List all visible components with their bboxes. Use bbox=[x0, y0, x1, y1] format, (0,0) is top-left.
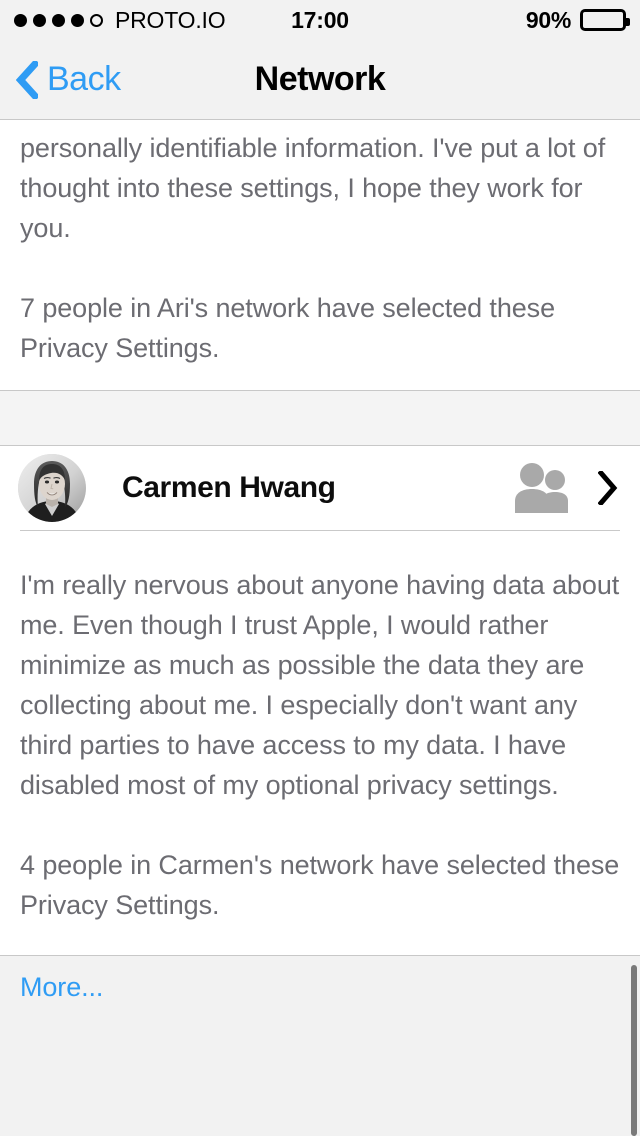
status-bar: PROTO.IO 17:00 90% bbox=[0, 0, 640, 40]
chevron-right-icon[interactable] bbox=[597, 469, 618, 507]
carmen-entry-network-count: 4 people in Carmen's network have select… bbox=[20, 850, 620, 920]
profile-name: Carmen Hwang bbox=[122, 471, 336, 504]
back-button[interactable]: Back bbox=[16, 60, 121, 99]
battery-percent-label: 90% bbox=[525, 6, 571, 33]
previous-entry-paragraph: personally identifiable information. I'v… bbox=[20, 133, 606, 243]
scroll-content[interactable]: personally identifiable information. I'v… bbox=[0, 120, 640, 1136]
previous-entry-card: personally identifiable information. I'v… bbox=[0, 120, 640, 390]
carmen-entry-card: Carmen Hwang I'm really nervous about an… bbox=[0, 446, 640, 955]
scrollbar-thumb[interactable] bbox=[631, 965, 637, 1136]
carmen-entry-text: I'm really nervous about anyone having d… bbox=[0, 531, 640, 955]
profile-row-accessories bbox=[512, 463, 618, 513]
avatar bbox=[18, 454, 86, 522]
profile-row-carmen-hwang[interactable]: Carmen Hwang bbox=[0, 446, 640, 530]
chevron-left-icon bbox=[16, 60, 38, 99]
section-separator bbox=[0, 390, 640, 446]
status-bar-right: 90% bbox=[525, 6, 630, 34]
previous-entry-network-count: 7 people in Ari's network have selected … bbox=[20, 293, 555, 363]
people-icon[interactable] bbox=[512, 463, 574, 513]
battery-icon bbox=[580, 9, 630, 31]
more-link[interactable]: More... bbox=[20, 972, 103, 1002]
carmen-entry-paragraph: I'm really nervous about anyone having d… bbox=[20, 570, 620, 800]
content-filler bbox=[0, 1021, 640, 1136]
vertical-scrollbar[interactable] bbox=[631, 965, 637, 1136]
back-button-label: Back bbox=[47, 60, 121, 98]
more-row: More... bbox=[0, 956, 640, 1021]
navigation-bar: Back Network bbox=[0, 40, 640, 120]
previous-entry-text: personally identifiable information. I'v… bbox=[0, 128, 640, 368]
